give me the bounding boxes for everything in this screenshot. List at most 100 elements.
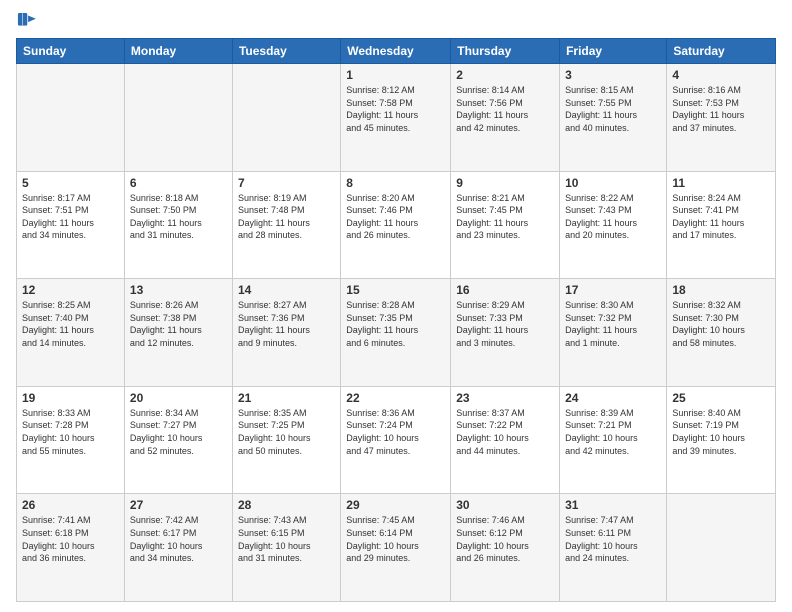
calendar-week-5: 26Sunrise: 7:41 AM Sunset: 6:18 PM Dayli… xyxy=(17,494,776,602)
calendar-day-20: 20 Sunrise: 8:34 AM Sunset: 7:27 PM Dayli… xyxy=(124,386,232,494)
day-info: Sunrise: 8:37 AM Sunset: 7:22 PM Dayligh… xyxy=(456,407,554,457)
calendar-day-16: 16 Sunrise: 8:29 AM Sunset: 7:33 PM Dayli… xyxy=(451,279,560,387)
day-number: 30 xyxy=(456,498,554,512)
logo xyxy=(16,10,40,32)
day-number: 3 xyxy=(565,68,661,82)
calendar-day-5: 5 Sunrise: 8:17 AM Sunset: 7:51 PM Daylig… xyxy=(17,171,125,279)
day-number: 31 xyxy=(565,498,661,512)
day-number: 13 xyxy=(130,283,227,297)
page: SundayMondayTuesdayWednesdayThursdayFrid… xyxy=(0,0,792,612)
calendar-day-10: 10 Sunrise: 8:22 AM Sunset: 7:43 PM Dayli… xyxy=(560,171,667,279)
calendar-day-31: 31 Sunrise: 7:47 AM Sunset: 6:11 PM Dayli… xyxy=(560,494,667,602)
day-number: 10 xyxy=(565,176,661,190)
calendar-table: SundayMondayTuesdayWednesdayThursdayFrid… xyxy=(16,38,776,602)
calendar-empty-cell xyxy=(667,494,776,602)
calendar-week-1: 1 Sunrise: 8:12 AM Sunset: 7:58 PM Daylig… xyxy=(17,64,776,172)
calendar-day-15: 15Sunrise: 8:28 AM Sunset: 7:35 PM Dayli… xyxy=(341,279,451,387)
calendar-day-26: 26Sunrise: 7:41 AM Sunset: 6:18 PM Dayli… xyxy=(17,494,125,602)
calendar-day-23: 23 Sunrise: 8:37 AM Sunset: 7:22 PM Dayli… xyxy=(451,386,560,494)
calendar-header-row: SundayMondayTuesdayWednesdayThursdayFrid… xyxy=(17,39,776,64)
day-info: Sunrise: 7:43 AM Sunset: 6:15 PM Dayligh… xyxy=(238,514,335,564)
calendar-day-21: 21 Sunrise: 8:35 AM Sunset: 7:25 PM Dayli… xyxy=(232,386,340,494)
day-number: 8 xyxy=(346,176,445,190)
calendar-day-28: 28 Sunrise: 7:43 AM Sunset: 6:15 PM Dayli… xyxy=(232,494,340,602)
calendar-week-4: 19 Sunrise: 8:33 AM Sunset: 7:28 PM Dayli… xyxy=(17,386,776,494)
day-info: Sunrise: 8:39 AM Sunset: 7:21 PM Dayligh… xyxy=(565,407,661,457)
day-number: 27 xyxy=(130,498,227,512)
calendar-day-1: 1 Sunrise: 8:12 AM Sunset: 7:58 PM Daylig… xyxy=(341,64,451,172)
day-number: 21 xyxy=(238,391,335,405)
day-number: 22 xyxy=(346,391,445,405)
calendar-day-4: 4 Sunrise: 8:16 AM Sunset: 7:53 PM Daylig… xyxy=(667,64,776,172)
header xyxy=(16,10,776,32)
calendar-day-14: 14 Sunrise: 8:27 AM Sunset: 7:36 PM Dayli… xyxy=(232,279,340,387)
day-info: Sunrise: 8:30 AM Sunset: 7:32 PM Dayligh… xyxy=(565,299,661,349)
calendar-header-friday: Friday xyxy=(560,39,667,64)
day-info: Sunrise: 8:21 AM Sunset: 7:45 PM Dayligh… xyxy=(456,192,554,242)
calendar-day-25: 25 Sunrise: 8:40 AM Sunset: 7:19 PM Dayli… xyxy=(667,386,776,494)
calendar-day-7: 7Sunrise: 8:19 AM Sunset: 7:48 PM Daylig… xyxy=(232,171,340,279)
day-info: Sunrise: 8:28 AM Sunset: 7:35 PM Dayligh… xyxy=(346,299,445,349)
day-number: 23 xyxy=(456,391,554,405)
calendar-day-22: 22 Sunrise: 8:36 AM Sunset: 7:24 PM Dayli… xyxy=(341,386,451,494)
day-info: Sunrise: 8:27 AM Sunset: 7:36 PM Dayligh… xyxy=(238,299,335,349)
day-info: Sunrise: 8:26 AM Sunset: 7:38 PM Dayligh… xyxy=(130,299,227,349)
day-number: 1 xyxy=(346,68,445,82)
day-number: 6 xyxy=(130,176,227,190)
day-info: Sunrise: 8:12 AM Sunset: 7:58 PM Dayligh… xyxy=(346,84,445,134)
calendar-day-17: 17 Sunrise: 8:30 AM Sunset: 7:32 PM Dayli… xyxy=(560,279,667,387)
day-number: 16 xyxy=(456,283,554,297)
day-number: 24 xyxy=(565,391,661,405)
day-info: Sunrise: 7:45 AM Sunset: 6:14 PM Dayligh… xyxy=(346,514,445,564)
calendar-day-30: 30 Sunrise: 7:46 AM Sunset: 6:12 PM Dayli… xyxy=(451,494,560,602)
day-info: Sunrise: 7:42 AM Sunset: 6:17 PM Dayligh… xyxy=(130,514,227,564)
day-number: 25 xyxy=(672,391,770,405)
day-info: Sunrise: 8:29 AM Sunset: 7:33 PM Dayligh… xyxy=(456,299,554,349)
day-info: Sunrise: 7:47 AM Sunset: 6:11 PM Dayligh… xyxy=(565,514,661,564)
calendar-day-11: 11Sunrise: 8:24 AM Sunset: 7:41 PM Dayli… xyxy=(667,171,776,279)
calendar-day-29: 29Sunrise: 7:45 AM Sunset: 6:14 PM Dayli… xyxy=(341,494,451,602)
day-info: Sunrise: 8:33 AM Sunset: 7:28 PM Dayligh… xyxy=(22,407,119,457)
calendar-day-2: 2 Sunrise: 8:14 AM Sunset: 7:56 PM Daylig… xyxy=(451,64,560,172)
day-number: 28 xyxy=(238,498,335,512)
day-number: 18 xyxy=(672,283,770,297)
calendar-day-8: 8 Sunrise: 8:20 AM Sunset: 7:46 PM Daylig… xyxy=(341,171,451,279)
calendar-header-wednesday: Wednesday xyxy=(341,39,451,64)
calendar-empty-cell xyxy=(17,64,125,172)
day-info: Sunrise: 8:32 AM Sunset: 7:30 PM Dayligh… xyxy=(672,299,770,349)
day-number: 5 xyxy=(22,176,119,190)
day-info: Sunrise: 8:35 AM Sunset: 7:25 PM Dayligh… xyxy=(238,407,335,457)
day-number: 4 xyxy=(672,68,770,82)
calendar-header-saturday: Saturday xyxy=(667,39,776,64)
day-number: 17 xyxy=(565,283,661,297)
day-info: Sunrise: 8:34 AM Sunset: 7:27 PM Dayligh… xyxy=(130,407,227,457)
day-info: Sunrise: 8:40 AM Sunset: 7:19 PM Dayligh… xyxy=(672,407,770,457)
day-info: Sunrise: 8:17 AM Sunset: 7:51 PM Dayligh… xyxy=(22,192,119,242)
day-info: Sunrise: 8:25 AM Sunset: 7:40 PM Dayligh… xyxy=(22,299,119,349)
day-number: 26 xyxy=(22,498,119,512)
day-number: 2 xyxy=(456,68,554,82)
day-info: Sunrise: 8:36 AM Sunset: 7:24 PM Dayligh… xyxy=(346,407,445,457)
calendar-day-3: 3Sunrise: 8:15 AM Sunset: 7:55 PM Daylig… xyxy=(560,64,667,172)
calendar-empty-cell xyxy=(124,64,232,172)
calendar-header-sunday: Sunday xyxy=(17,39,125,64)
day-info: Sunrise: 7:46 AM Sunset: 6:12 PM Dayligh… xyxy=(456,514,554,564)
day-info: Sunrise: 8:20 AM Sunset: 7:46 PM Dayligh… xyxy=(346,192,445,242)
calendar-header-monday: Monday xyxy=(124,39,232,64)
calendar-day-13: 13 Sunrise: 8:26 AM Sunset: 7:38 PM Dayli… xyxy=(124,279,232,387)
day-info: Sunrise: 8:22 AM Sunset: 7:43 PM Dayligh… xyxy=(565,192,661,242)
day-info: Sunrise: 8:18 AM Sunset: 7:50 PM Dayligh… xyxy=(130,192,227,242)
day-number: 9 xyxy=(456,176,554,190)
calendar-day-24: 24 Sunrise: 8:39 AM Sunset: 7:21 PM Dayli… xyxy=(560,386,667,494)
day-number: 19 xyxy=(22,391,119,405)
logo-icon xyxy=(16,10,38,32)
calendar-week-2: 5 Sunrise: 8:17 AM Sunset: 7:51 PM Daylig… xyxy=(17,171,776,279)
day-info: Sunrise: 8:24 AM Sunset: 7:41 PM Dayligh… xyxy=(672,192,770,242)
day-number: 20 xyxy=(130,391,227,405)
day-info: Sunrise: 8:16 AM Sunset: 7:53 PM Dayligh… xyxy=(672,84,770,134)
day-info: Sunrise: 8:14 AM Sunset: 7:56 PM Dayligh… xyxy=(456,84,554,134)
calendar-day-27: 27 Sunrise: 7:42 AM Sunset: 6:17 PM Dayli… xyxy=(124,494,232,602)
calendar-header-tuesday: Tuesday xyxy=(232,39,340,64)
day-number: 14 xyxy=(238,283,335,297)
calendar-day-18: 18 Sunrise: 8:32 AM Sunset: 7:30 PM Dayli… xyxy=(667,279,776,387)
